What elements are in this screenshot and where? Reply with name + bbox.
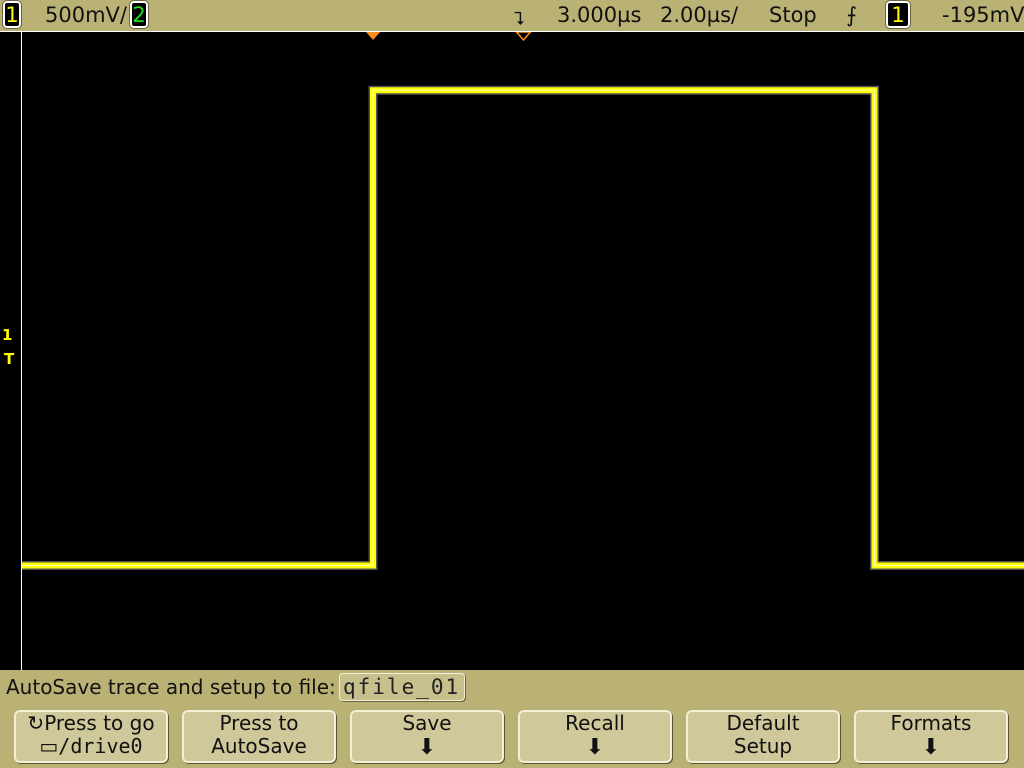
softkey-go-drive[interactable]: ↻Press to go ▭/drive0: [14, 710, 168, 763]
channel-1-trace: [22, 87, 1024, 569]
softkey-default-setup[interactable]: Default Setup: [686, 710, 840, 763]
arrow-down-icon: ⬇: [585, 735, 605, 760]
softkey-formats[interactable]: Formats ⬇: [854, 710, 1008, 763]
softkey-recall[interactable]: Recall ⬇: [518, 710, 672, 763]
waveform-display: [21, 32, 1024, 670]
marker-strip: 1 T: [0, 32, 21, 670]
drive-icon: ▭: [39, 734, 59, 758]
refresh-icon: ↻: [27, 711, 45, 735]
autosave-message: AutoSave trace and setup to file:: [6, 675, 336, 699]
softkey-autosave[interactable]: Press to AutoSave: [182, 710, 336, 763]
delay-marker: [515, 32, 532, 42]
channel-2-badge[interactable]: 2: [129, 0, 149, 29]
arrow-down-icon: ⬇: [417, 735, 437, 760]
channel-1-badge[interactable]: 1: [2, 0, 22, 29]
trigger-level: -195mV: [942, 3, 1024, 27]
status-bar: 1 500mV/ 2 ⮧ 3.000µs 2.00µs/ Stop ⨍ 1 -1…: [0, 0, 1024, 32]
delay-value: 3.000µs: [557, 3, 642, 27]
trigger-time-marker: [366, 32, 381, 40]
trigger-source-badge: 1: [885, 0, 911, 29]
rising-edge-icon: ⨍: [846, 3, 857, 27]
arrow-down-icon: ⬇: [921, 735, 941, 760]
ground-marker-label[interactable]: 1: [2, 326, 12, 344]
timebase-value: 2.00µs/: [660, 3, 739, 27]
run-state: Stop: [769, 3, 817, 27]
filename-field[interactable]: qfile_01: [339, 673, 465, 701]
trigger-marker-label[interactable]: T: [4, 350, 14, 368]
delay-reference-icon: ⮧: [514, 9, 525, 30]
channel-1-scale: 500mV/: [45, 3, 127, 27]
softkey-save[interactable]: Save ⬇: [350, 710, 504, 763]
